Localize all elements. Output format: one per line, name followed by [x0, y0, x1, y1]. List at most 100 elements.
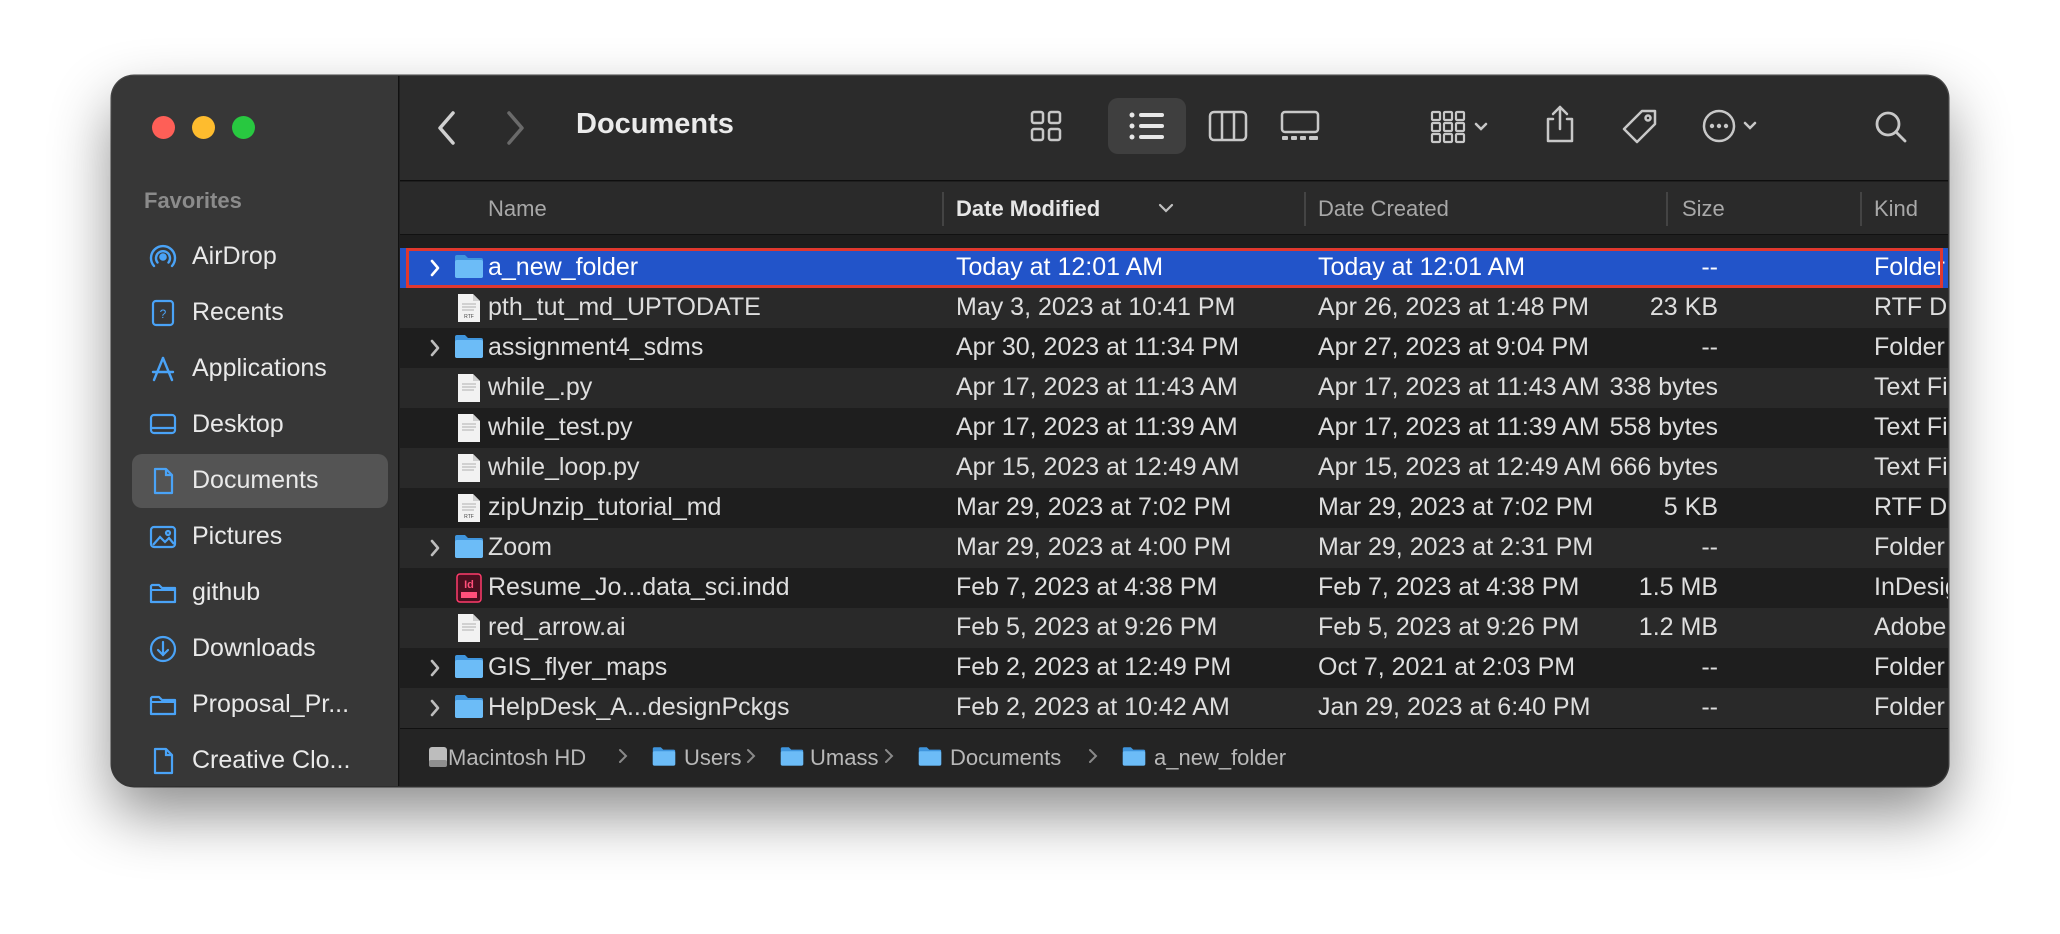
- tag-icon[interactable]: [1620, 108, 1660, 146]
- sidebar-item-airdrop[interactable]: AirDrop: [132, 230, 388, 284]
- file-date-modified: Apr 30, 2023 at 11:34 PM: [956, 333, 1240, 361]
- breadcrumb-item[interactable]: a_new_folder: [1154, 745, 1286, 771]
- file-name: GIS_flyer_maps: [488, 653, 668, 681]
- breadcrumb-chevron-icon: [884, 747, 894, 770]
- documents-folder-icon: [918, 745, 942, 769]
- folder-icon: [454, 333, 484, 363]
- file-date-modified: Apr 17, 2023 at 11:43 AM: [956, 373, 1238, 401]
- table-row[interactable]: assignment4_sdms Apr 30, 2023 at 11:34 PM…: [400, 328, 1948, 368]
- selection-highlight-outline: [406, 248, 1943, 288]
- minimize-button[interactable]: [192, 116, 215, 139]
- folder-icon: [1122, 745, 1146, 769]
- sidebar-item-downloads[interactable]: Downloads: [132, 622, 388, 676]
- file-size: 5 KB: [1663, 493, 1718, 521]
- more-icon[interactable]: [1702, 108, 1762, 144]
- hard-drive-icon: [426, 745, 450, 769]
- breadcrumb-item[interactable]: Documents: [950, 745, 1061, 771]
- sidebar-item-proposal-pr[interactable]: Proposal_Pr...: [132, 678, 388, 732]
- column-date-created[interactable]: Date Created: [1318, 196, 1449, 222]
- sidebar-item-desktop[interactable]: Desktop: [132, 398, 388, 452]
- document-file-icon: [456, 613, 486, 643]
- file-kind: Folder: [1874, 533, 1945, 561]
- document-file-icon: [456, 453, 486, 483]
- sidebar-item-applications[interactable]: Applications: [132, 342, 388, 396]
- folder-icon: [454, 653, 484, 683]
- disclosure-triangle-icon[interactable]: [429, 658, 441, 678]
- column-divider[interactable]: [1304, 192, 1306, 226]
- sidebar-item-label: Desktop: [192, 410, 284, 438]
- folder-icon: [652, 745, 676, 769]
- file-name: red_arrow.ai: [488, 613, 626, 641]
- table-row[interactable]: while_test.py Apr 17, 2023 at 11:39 AM Apr…: [400, 408, 1948, 448]
- table-row[interactable]: RTF pth_tut_md_UPTODATE May 3, 2023 at 10:…: [400, 288, 1948, 328]
- table-row[interactable]: while_loop.py Apr 15, 2023 at 12:49 AM Apr…: [400, 448, 1948, 488]
- table-row[interactable]: red_arrow.ai Feb 5, 2023 at 9:26 PM Feb 5,…: [400, 608, 1948, 648]
- file-size: --: [1701, 653, 1718, 681]
- close-button[interactable]: [152, 116, 175, 139]
- folder-icon: [148, 578, 178, 608]
- table-row[interactable]: Zoom Mar 29, 2023 at 4:00 PM Mar 29, 2023 …: [400, 528, 1948, 568]
- file-size: --: [1701, 333, 1718, 361]
- home-folder-icon: [780, 745, 804, 769]
- file-size: 1.5 MB: [1638, 573, 1718, 601]
- column-date-modified[interactable]: Date Modified: [956, 196, 1100, 222]
- column-divider[interactable]: [1860, 192, 1862, 226]
- document-file-icon: [456, 373, 486, 403]
- sidebar-item-creative-clo[interactable]: Creative Clo...: [132, 734, 388, 786]
- table-row[interactable]: HelpDesk_A...designPckgs Feb 2, 2023 at 1…: [400, 688, 1948, 728]
- sidebar-item-label: Documents: [192, 466, 319, 494]
- file-size: --: [1701, 533, 1718, 561]
- file-name: HelpDesk_A...designPckgs: [488, 693, 790, 721]
- file-name: zipUnzip_tutorial_md: [488, 493, 722, 521]
- table-row[interactable]: GIS_flyer_maps Feb 2, 2023 at 12:49 PM Oct…: [400, 648, 1948, 688]
- sidebar-item-label: Downloads: [192, 634, 316, 662]
- table-row[interactable]: RTF zipUnzip_tutorial_md Mar 29, 2023 at 7…: [400, 488, 1948, 528]
- column-view-icon[interactable]: [1208, 110, 1248, 142]
- search-icon[interactable]: [1874, 110, 1908, 144]
- disclosure-triangle-icon[interactable]: [429, 338, 441, 358]
- breadcrumb-chevron-icon: [746, 747, 756, 770]
- sidebar-item-label: Proposal_Pr...: [192, 690, 350, 718]
- file-size: 338 bytes: [1609, 373, 1718, 401]
- disclosure-triangle-icon[interactable]: [429, 698, 441, 718]
- zoom-button[interactable]: [232, 116, 255, 139]
- file-date-modified: Mar 29, 2023 at 4:00 PM: [956, 533, 1232, 561]
- sidebar-item-label: Creative Clo...: [192, 746, 351, 774]
- airdrop-icon: [148, 242, 178, 272]
- disclosure-triangle-icon[interactable]: [429, 538, 441, 558]
- column-kind[interactable]: Kind: [1874, 196, 1918, 222]
- sidebar-item-github[interactable]: github: [132, 566, 388, 620]
- applications-icon: [148, 354, 178, 384]
- forward-icon[interactable]: [504, 110, 526, 146]
- column-name[interactable]: Name: [488, 196, 547, 222]
- sidebar-item-documents[interactable]: Documents: [132, 454, 388, 508]
- downloads-icon: [148, 634, 178, 664]
- file-name: Zoom: [488, 533, 552, 561]
- share-icon[interactable]: [1544, 104, 1576, 144]
- column-divider[interactable]: [942, 192, 944, 226]
- window-title: Documents: [576, 108, 734, 140]
- recents-icon: ?: [148, 298, 178, 328]
- gallery-view-icon[interactable]: [1280, 110, 1320, 142]
- breadcrumb-item[interactable]: Users: [684, 745, 741, 771]
- group-icon[interactable]: [1430, 110, 1490, 144]
- breadcrumb-item[interactable]: Umass: [810, 745, 878, 771]
- column-divider[interactable]: [1666, 192, 1668, 226]
- file-date-modified: Feb 2, 2023 at 12:49 PM: [956, 653, 1232, 681]
- file-kind: Text File: [1874, 453, 1948, 481]
- svg-text:RTF: RTF: [464, 514, 474, 520]
- back-icon[interactable]: [436, 110, 458, 146]
- sidebar-item-recents[interactable]: ? Recents: [132, 286, 388, 340]
- finder-window: Favorites AirDrop? Recents Applications Des…: [112, 76, 1948, 786]
- breadcrumb-item[interactable]: Macintosh HD: [448, 745, 586, 771]
- sidebar-item-label: Applications: [192, 354, 327, 382]
- icon-view-icon[interactable]: [1030, 110, 1062, 142]
- list-view-icon[interactable]: [1128, 110, 1166, 142]
- file-name: while_loop.py: [488, 453, 640, 481]
- table-row[interactable]: while_.py Apr 17, 2023 at 11:43 AM Apr 17,…: [400, 368, 1948, 408]
- table-row[interactable]: Id Resume_Jo...data_sci.indd Feb 7, 2023 a…: [400, 568, 1948, 608]
- file-name: Resume_Jo...data_sci.indd: [488, 573, 790, 601]
- file-date-modified: Apr 15, 2023 at 12:49 AM: [956, 453, 1240, 481]
- column-size[interactable]: Size: [1682, 196, 1725, 222]
- sidebar-item-pictures[interactable]: Pictures: [132, 510, 388, 564]
